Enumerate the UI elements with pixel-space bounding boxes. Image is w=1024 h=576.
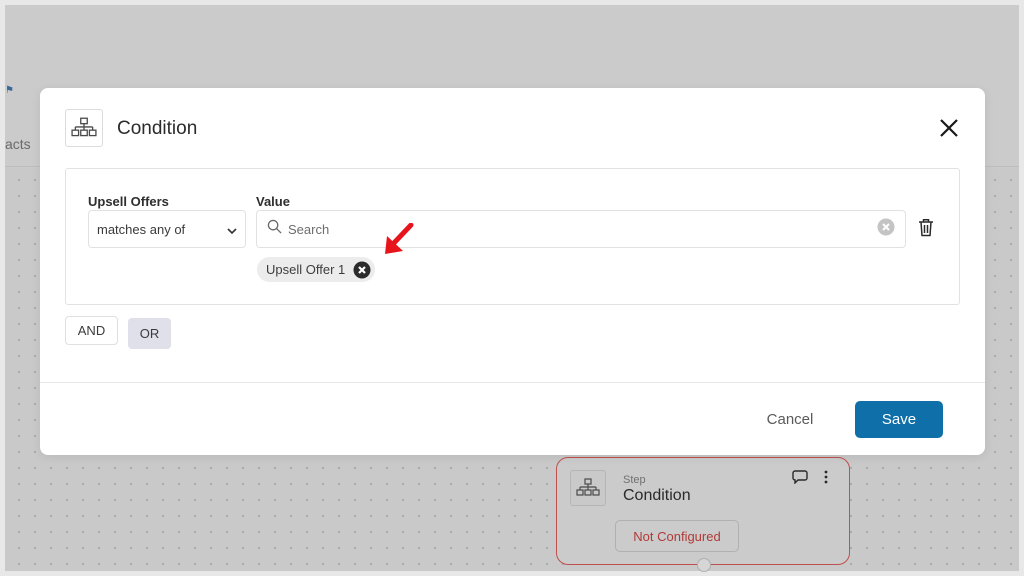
cancel-button[interactable]: Cancel bbox=[755, 401, 825, 438]
comment-icon[interactable] bbox=[792, 470, 808, 489]
search-icon bbox=[267, 219, 282, 239]
step-connector-handle[interactable] bbox=[697, 558, 711, 572]
operator-selected-value: matches any of bbox=[97, 221, 186, 237]
or-button[interactable]: OR bbox=[128, 318, 171, 349]
hierarchy-icon bbox=[570, 470, 606, 506]
close-icon[interactable] bbox=[937, 116, 961, 140]
value-search-input[interactable] bbox=[288, 221, 877, 237]
step-status-badge[interactable]: Not Configured bbox=[615, 520, 739, 552]
value-search-field[interactable] bbox=[256, 210, 906, 248]
step-node-condition[interactable]: Step Condition Not Configured bbox=[556, 457, 850, 572]
link-icon[interactable]: ⚑ bbox=[5, 85, 14, 96]
more-vertical-icon[interactable] bbox=[823, 470, 829, 489]
operator-select[interactable]: matches any of bbox=[88, 210, 246, 248]
remove-circle-icon[interactable] bbox=[353, 261, 371, 279]
background-tab-contacts[interactable]: acts bbox=[5, 136, 31, 152]
field-label-upsell-offers: Upsell Offers bbox=[88, 194, 169, 209]
clear-circle-icon[interactable] bbox=[877, 218, 895, 241]
save-button[interactable]: Save bbox=[855, 401, 943, 438]
field-label-value: Value bbox=[256, 194, 290, 209]
chevron-down-icon bbox=[227, 222, 237, 237]
and-button[interactable]: AND bbox=[65, 316, 118, 345]
hierarchy-icon bbox=[65, 109, 103, 147]
selected-value-chip: Upsell Offer 1 bbox=[257, 257, 376, 282]
modal-title: Condition bbox=[117, 118, 198, 139]
trash-icon[interactable] bbox=[918, 218, 934, 242]
red-arrow-icon bbox=[383, 222, 415, 262]
condition-rule-group: Upsell Offers Value matches any of Searc… bbox=[65, 168, 960, 305]
step-title: Condition bbox=[623, 487, 691, 504]
step-label: Step bbox=[623, 474, 646, 486]
condition-modal: Condition Upsell Offers Value matches an… bbox=[40, 88, 985, 455]
chip-label: Upsell Offer 1 bbox=[266, 262, 346, 277]
modal-footer-divider bbox=[40, 382, 985, 383]
